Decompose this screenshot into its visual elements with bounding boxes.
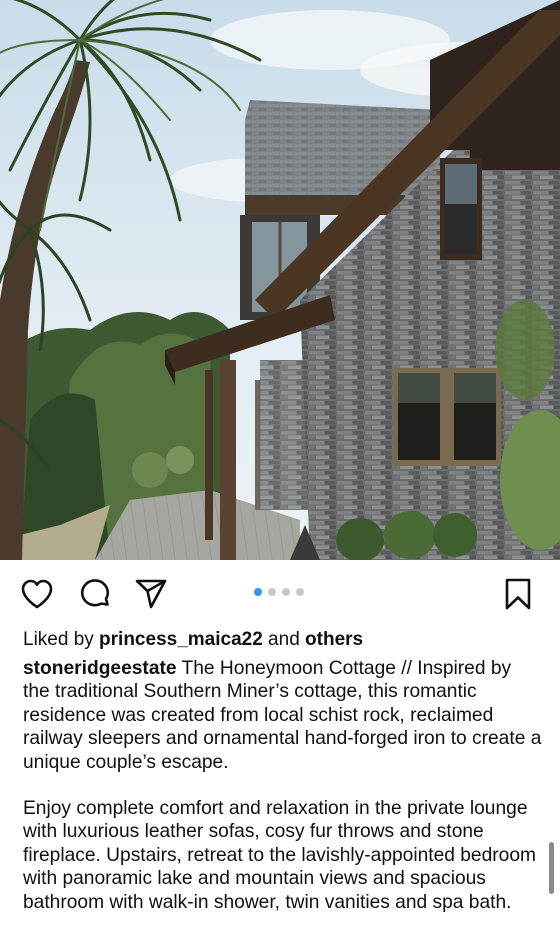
instagram-post: Liked by princess_maica22 and others sto… xyxy=(0,0,560,950)
save-button[interactable] xyxy=(500,576,536,612)
caption-username-link[interactable]: stoneridgeestate xyxy=(23,658,177,679)
comment-icon xyxy=(80,579,110,607)
carousel-dot-active xyxy=(254,588,262,596)
post-caption: stoneridgeestate The Honeymoon Cottage /… xyxy=(23,657,543,914)
carousel-dot xyxy=(268,588,276,596)
comment-button[interactable] xyxy=(77,576,113,612)
likes-summary: Liked by princess_maica22 and others xyxy=(23,628,363,652)
caption-paragraph-1: stoneridgeestate The Honeymoon Cottage /… xyxy=(23,657,543,774)
scrollbar-thumb[interactable] xyxy=(549,842,554,894)
bookmark-icon xyxy=(505,578,531,610)
caption-paragraph-2: Enjoy complete comfort and relaxation in… xyxy=(23,798,536,913)
post-action-bar xyxy=(0,562,560,626)
likes-others-link[interactable]: others xyxy=(305,629,363,650)
post-photo[interactable] xyxy=(0,0,560,560)
carousel-indicator xyxy=(254,588,304,596)
carousel-dot xyxy=(296,588,304,596)
likes-prefix: Liked by xyxy=(23,629,100,650)
like-button[interactable] xyxy=(19,576,55,612)
send-icon xyxy=(135,579,167,609)
cottage-photo-illustration xyxy=(0,0,560,560)
share-button[interactable] xyxy=(133,576,169,612)
liked-by-user-link[interactable]: princess_maica22 xyxy=(99,629,263,650)
likes-middle: and xyxy=(262,629,306,650)
carousel-dot xyxy=(282,588,290,596)
heart-icon xyxy=(21,579,53,609)
